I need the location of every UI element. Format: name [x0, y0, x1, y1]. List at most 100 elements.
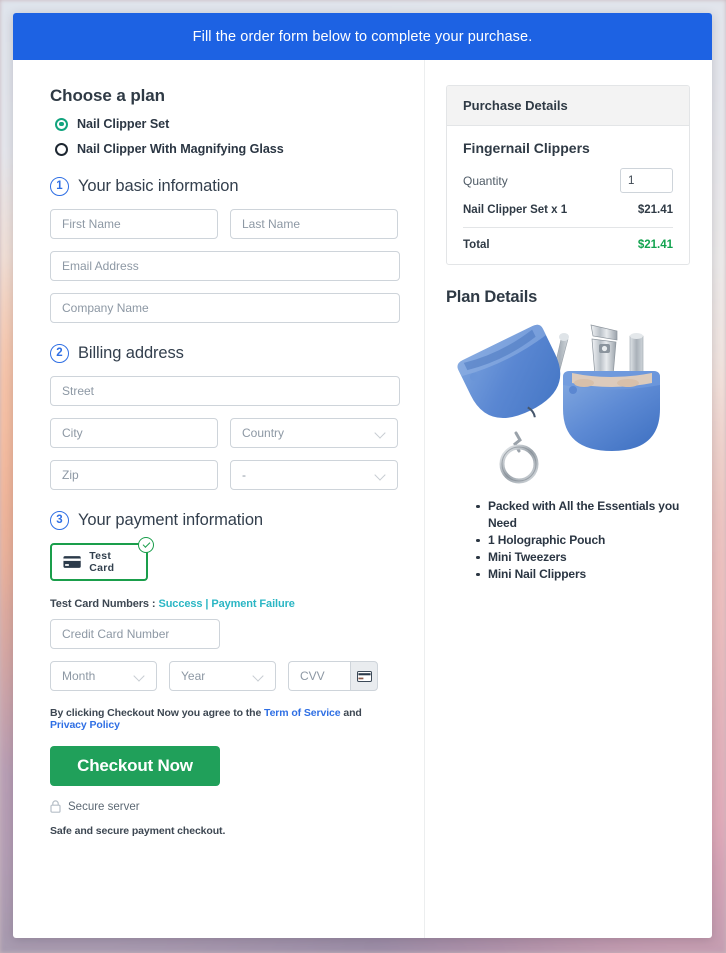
city-country-row: City Country: [50, 418, 400, 448]
test-card-numbers-prefix: Test Card Numbers :: [50, 598, 156, 610]
choose-plan-title: Choose a plan: [50, 86, 165, 105]
quantity-input[interactable]: [620, 168, 673, 193]
first-name-input[interactable]: First Name: [50, 209, 218, 239]
radio-selected-icon[interactable]: [55, 117, 68, 131]
company-name-placeholder: Company Name: [62, 301, 149, 315]
list-item: Mini Nail Clippers: [476, 566, 690, 583]
expiry-year-select[interactable]: Year: [169, 661, 276, 691]
first-name-placeholder: First Name: [62, 217, 121, 231]
street-placeholder: Street: [62, 384, 95, 398]
banner-text: Fill the order form below to complete yo…: [192, 28, 533, 45]
step-2-label: Billing address: [78, 344, 184, 362]
email-input[interactable]: Email Address: [50, 251, 400, 281]
plan-option-nail-clipper-set[interactable]: Nail Clipper Set: [50, 117, 400, 131]
chevron-down-icon: [375, 428, 386, 439]
expiry-cvv-row: Month Year CVV: [50, 661, 400, 691]
nail-clipper-set-product-image: [457, 324, 660, 484]
cvv-placeholder: CVV: [300, 669, 325, 683]
link-separator: |: [205, 598, 209, 610]
cvv-input[interactable]: CVV: [288, 661, 350, 691]
credit-card-icon: [356, 670, 372, 682]
last-name-input[interactable]: Last Name: [230, 209, 398, 239]
year-selected-value: Year: [181, 669, 206, 683]
step-1-header: 1 Your basic information: [50, 177, 400, 196]
zip-state-row: Zip -: [50, 460, 400, 490]
credit-card-number-row: Credit Card Number: [50, 619, 400, 649]
total-label: Total: [463, 239, 490, 251]
purchase-summary-column: Purchase Details Fingernail Clippers Qua…: [425, 60, 712, 938]
legal-prefix: By clicking Checkout Now you agree to th…: [50, 707, 262, 719]
purchase-details-header: Purchase Details: [447, 86, 689, 126]
step-2-header: 2 Billing address: [50, 344, 400, 363]
cvv-help-button[interactable]: [350, 661, 378, 691]
banner-bar: Fill the order form below to complete yo…: [13, 13, 712, 60]
radio-unselected-icon[interactable]: [55, 142, 68, 156]
list-item: 1 Holographic Pouch: [476, 532, 690, 549]
total-amount: $21.41: [637, 239, 673, 251]
quantity-row: Quantity: [463, 168, 673, 193]
expiry-month-select[interactable]: Month: [50, 661, 157, 691]
payment-failure-test-card-link[interactable]: Payment Failure: [211, 598, 295, 610]
country-select[interactable]: Country: [230, 418, 398, 448]
street-input[interactable]: Street: [50, 376, 400, 406]
city-input[interactable]: City: [50, 418, 218, 448]
zip-placeholder: Zip: [62, 468, 79, 482]
test-card-method-tile[interactable]: Test Card: [50, 537, 154, 581]
checkout-now-button[interactable]: Checkout Now: [50, 746, 220, 786]
purchase-details-panel: Purchase Details Fingernail Clippers Qua…: [446, 85, 690, 265]
step-2-number: 2: [50, 344, 69, 363]
company-name-input[interactable]: Company Name: [50, 293, 400, 323]
secure-server-text: Secure server: [68, 800, 140, 813]
checkout-card: Fill the order form below to complete yo…: [13, 13, 712, 938]
company-row: Company Name: [50, 293, 400, 323]
secure-server-row: Secure server: [50, 800, 400, 813]
chevron-down-icon: [253, 671, 264, 682]
total-row: Total $21.41: [463, 228, 673, 251]
product-name: Fingernail Clippers: [463, 140, 590, 156]
order-form-column: Choose a plan Nail Clipper Set Nail Clip…: [13, 60, 425, 938]
state-select[interactable]: -: [230, 460, 398, 490]
list-item: Packed with All the Essentials you Need: [476, 498, 690, 532]
credit-card-number-input[interactable]: Credit Card Number: [50, 619, 220, 649]
line-item-label: Nail Clipper Set x 1: [463, 204, 568, 216]
plan-details-title: Plan Details: [446, 288, 538, 306]
card-columns: Choose a plan Nail Clipper Set Nail Clip…: [13, 60, 712, 938]
last-name-placeholder: Last Name: [242, 217, 301, 231]
legal-and: and: [343, 707, 362, 719]
plan-option-nail-clipper-magnifying-glass[interactable]: Nail Clipper With Magnifying Glass: [50, 142, 400, 156]
name-row: First Name Last Name: [50, 209, 400, 239]
plan-option-label: Nail Clipper Set: [77, 117, 170, 131]
email-row: Email Address: [50, 251, 400, 281]
credit-card-number-placeholder: Credit Card Number: [62, 627, 170, 641]
plan-feature-list: Packed with All the Essentials you Need …: [446, 498, 690, 583]
step-3-label: Your payment information: [78, 511, 264, 529]
terms-of-service-link[interactable]: Term of Service: [264, 707, 341, 719]
credit-card-icon: [63, 556, 81, 568]
step-1-number: 1: [50, 177, 69, 196]
plan-option-label: Nail Clipper With Magnifying Glass: [77, 142, 284, 156]
test-card-label: Test Card: [89, 550, 115, 574]
street-row: Street: [50, 376, 400, 406]
country-selected-value: Country: [242, 426, 285, 440]
safe-payment-note: Safe and secure payment checkout.: [50, 825, 226, 837]
cvv-group: CVV: [288, 661, 378, 691]
email-placeholder: Email Address: [62, 259, 139, 273]
success-test-card-link[interactable]: Success: [158, 598, 202, 610]
purchase-details-body: Fingernail Clippers Quantity Nail Clippe…: [447, 126, 689, 264]
line-item-row: Nail Clipper Set x 1 $21.41: [463, 204, 673, 228]
chevron-down-icon: [375, 470, 386, 481]
month-selected-value: Month: [62, 669, 96, 683]
line-item-amount: $21.41: [637, 204, 673, 216]
check-circle-icon: [138, 537, 154, 553]
lock-icon: [50, 800, 61, 813]
chevron-down-icon: [134, 671, 145, 682]
step-3-number: 3: [50, 511, 69, 530]
step-3-header: 3 Your payment information: [50, 511, 400, 530]
zip-input[interactable]: Zip: [50, 460, 218, 490]
quantity-label: Quantity: [463, 173, 508, 188]
privacy-policy-link[interactable]: Privacy Policy: [50, 719, 120, 731]
city-placeholder: City: [62, 426, 83, 440]
test-card-numbers-line: Test Card Numbers : Success | Payment Fa…: [50, 598, 400, 610]
legal-agreement-text: By clicking Checkout Now you agree to th…: [50, 707, 400, 731]
list-item: Mini Tweezers: [476, 549, 690, 566]
